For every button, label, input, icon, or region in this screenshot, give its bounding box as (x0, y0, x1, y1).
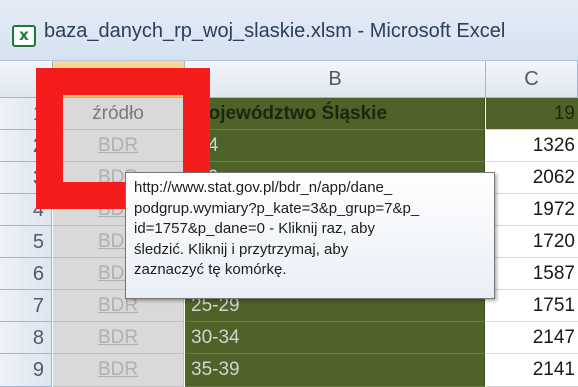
column-header-b[interactable]: B (185, 61, 486, 98)
window-title-bar: x baza_danych_rp_woj_slaskie.xlsm - Micr… (0, 0, 578, 61)
tooltip-line-5: zaznaczyć tę komórkę. (134, 261, 287, 278)
cell-b9[interactable]: 35-39 (185, 354, 485, 387)
cell-c3[interactable]: 2062 (486, 162, 578, 194)
tooltip-line-2: podgrup.wymiary?p_kate=3&p_grup=7&p_ (134, 199, 420, 217)
column-header-c[interactable]: C (486, 61, 578, 98)
cell-b2[interactable]: 0-4 (185, 130, 485, 162)
cell-c1[interactable]: 19 (486, 98, 578, 130)
tooltip-line-4: śledzić. Kliknij i przytrzymaj, aby (134, 240, 349, 258)
window-title: baza_danych_rp_woj_slaskie.xlsm - Micros… (44, 20, 506, 42)
cell-c7[interactable]: 1751 (486, 290, 578, 322)
excel-icon[interactable]: x (12, 25, 36, 47)
cell-c6[interactable]: 1587 (486, 258, 578, 290)
cell-a9-link[interactable]: BDR (53, 354, 184, 387)
row-header-5[interactable]: 5 (0, 226, 52, 258)
cell-a8-link[interactable]: BDR (53, 322, 184, 354)
row-header-7[interactable]: 7 (0, 290, 52, 322)
cell-c2[interactable]: 1326 (486, 130, 578, 162)
hyperlink-tooltip: http://www.stat.gov.pl/bdr_n/app/dane_ p… (125, 172, 495, 299)
cell-c8[interactable]: 2147 (486, 322, 578, 354)
cell-b1[interactable]: Województwo Śląskie (185, 98, 485, 130)
cell-c5[interactable]: 1720 (486, 226, 578, 258)
tooltip-line-3: id=1757&p_dane=0 - Kliknij raz, aby (134, 220, 375, 237)
cell-c4[interactable]: 1972 (486, 194, 578, 226)
tooltip-line-1: http://www.stat.gov.pl/bdr_n/app/dane_ (134, 179, 393, 196)
cell-c9[interactable]: 2141 (486, 354, 578, 387)
row-header-6[interactable]: 6 (0, 258, 52, 290)
row-header-9[interactable]: 9 (0, 354, 52, 387)
cell-b8[interactable]: 30-34 (185, 322, 485, 354)
row-header-8[interactable]: 8 (0, 322, 52, 354)
